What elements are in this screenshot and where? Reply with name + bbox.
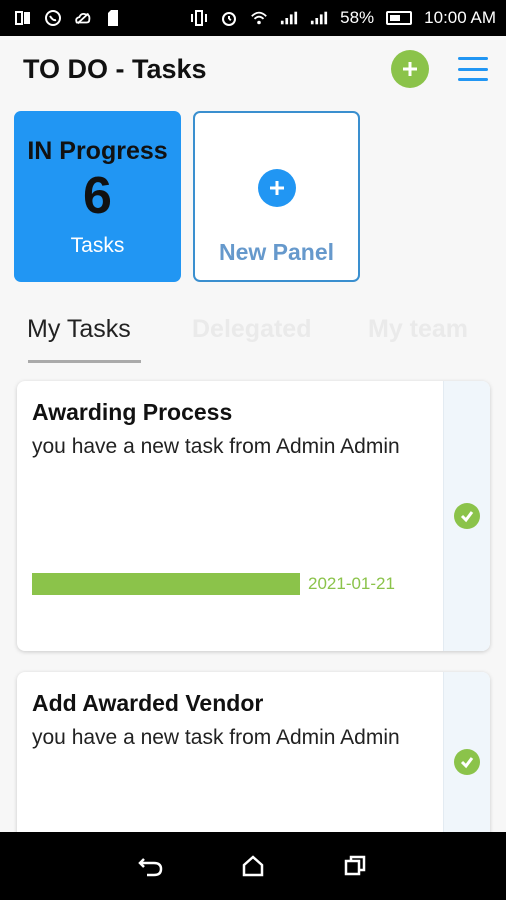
task-card-content: Awarding Process you have a new task fro… — [17, 381, 443, 651]
in-progress-count: 6 — [83, 167, 112, 225]
task-date: 2021-01-21 — [308, 574, 395, 593]
tab-bar: My Tasks Delegated My team — [14, 305, 506, 365]
home-icon[interactable] — [233, 846, 273, 886]
task-card[interactable]: Add Awarded Vendor you have a new task f… — [17, 672, 490, 852]
in-progress-sub: Tasks — [70, 234, 125, 257]
task-description: you have a new task from Admin Admin — [32, 726, 400, 749]
system-nav-bar — [0, 832, 506, 900]
tab-delegated[interactable]: Delegated — [192, 315, 311, 344]
signal-icon — [280, 9, 298, 27]
in-progress-label: IN Progress — [27, 137, 168, 165]
clock: 10:00 AM — [424, 8, 496, 27]
recents-icon[interactable] — [335, 846, 375, 886]
task-card-content: Add Awarded Vendor you have a new task f… — [17, 672, 443, 852]
app-header: TO DO - Tasks — [0, 36, 506, 102]
tab-my-team[interactable]: My team — [368, 315, 468, 344]
wifi-icon — [250, 9, 268, 27]
whatsapp-icon — [44, 9, 62, 27]
signal-icon — [310, 9, 328, 27]
task-progress-bar — [32, 573, 300, 595]
sim-icon — [14, 9, 32, 27]
status-left-icons — [14, 9, 122, 27]
new-panel-button[interactable]: New Panel — [193, 111, 360, 282]
status-right-icons: 58% 10:00 AM — [190, 8, 496, 28]
check-icon[interactable] — [454, 503, 480, 529]
task-side-strip — [443, 672, 490, 852]
sd-card-icon — [104, 9, 122, 27]
tab-indicator — [28, 360, 141, 363]
tab-my-tasks[interactable]: My Tasks — [27, 315, 131, 344]
back-icon[interactable] — [131, 846, 171, 886]
new-panel-label: New Panel — [218, 239, 335, 265]
status-bar: 58% 10:00 AM — [0, 0, 506, 36]
cloud-off-icon — [74, 9, 92, 27]
check-icon[interactable] — [454, 749, 480, 775]
alarm-icon — [220, 9, 238, 27]
plus-icon — [257, 169, 296, 207]
task-title: Awarding Process — [32, 399, 233, 425]
battery-icon — [386, 11, 413, 25]
page-title: TO DO - Tasks — [23, 53, 207, 84]
hamburger-icon[interactable] — [458, 57, 488, 81]
task-progress: 2021-01-21 — [32, 573, 395, 595]
task-card[interactable]: Awarding Process you have a new task fro… — [17, 381, 490, 651]
plus-icon — [403, 62, 417, 76]
task-description: you have a new task from Admin Admin — [32, 435, 400, 458]
battery-percent: 58% — [340, 8, 375, 27]
task-title: Add Awarded Vendor — [32, 690, 264, 716]
add-task-button[interactable] — [391, 50, 429, 88]
panels-row: IN Progress 6 Tasks New Panel — [14, 111, 360, 282]
task-side-strip — [443, 381, 490, 651]
in-progress-panel[interactable]: IN Progress 6 Tasks — [14, 111, 181, 282]
vibrate-icon — [190, 9, 208, 27]
